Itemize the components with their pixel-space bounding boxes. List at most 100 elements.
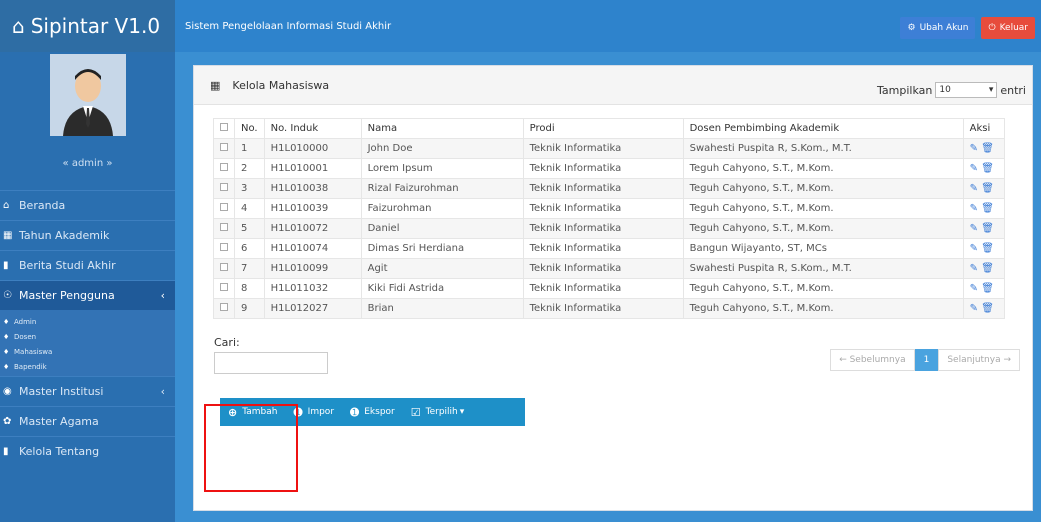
brand[interactable]: ⌂ Sipintar V1.0 <box>0 0 175 52</box>
col-prodi[interactable]: Prodi <box>522 118 684 139</box>
table-row[interactable]: 5 H1L010072 Daniel Teknik Informatika Teguh … <box>213 218 1005 239</box>
table-row[interactable]: 2 H1L010001 Lorem Ipsum Teknik Informatika T… <box>213 158 1005 179</box>
row-select-cell[interactable] <box>213 258 235 279</box>
cell-dosen: Teguh Cahyono, S.T., M.Kom. <box>682 198 964 219</box>
export-button[interactable]: ➊ Ekspor <box>342 398 403 426</box>
table-row[interactable]: 6 H1L010074 Dimas Sri Herdiana Teknik Infor… <box>213 238 1005 259</box>
selected-dropdown-button[interactable]: ☑ Terpilih ▾ <box>403 398 473 426</box>
sidebar-item-beranda[interactable]: ⌂ Beranda <box>0 190 175 220</box>
sidebar-item-berita[interactable]: ▮ Berita Studi Akhir <box>0 250 175 280</box>
table-row[interactable]: 8 H1L011032 Kiki Fidi Astrida Teknik Inform… <box>213 278 1005 299</box>
trash-icon[interactable]: 🗑 <box>981 183 994 194</box>
chevron-left-icon: ‹ <box>160 289 165 302</box>
col-no[interactable]: No. <box>234 118 265 139</box>
col-aksi[interactable]: Aksi <box>962 118 1005 139</box>
sidebar-item-master-institusi[interactable]: ◉ Master Institusi ‹ <box>0 376 175 406</box>
cell-no: 1 <box>234 138 265 159</box>
edit-icon[interactable]: ✎ <box>970 183 978 194</box>
edit-icon[interactable]: ✎ <box>970 203 978 214</box>
add-button[interactable]: ⊕ Tambah <box>220 398 285 426</box>
panel-title: Kelola Mahasiswa <box>232 78 330 92</box>
trash-icon[interactable]: 🗑 <box>981 283 994 294</box>
table-row[interactable]: 3 H1L010038 Rizal Faizurohman Teknik Inform… <box>213 178 1005 199</box>
cell-no-induk: H1L010038 <box>263 178 362 199</box>
cell-prodi: Teknik Informatika <box>522 158 684 179</box>
row-select-cell[interactable] <box>213 238 235 259</box>
row-select-cell[interactable] <box>213 138 235 159</box>
sidebar-item-label: Master Institusi <box>19 385 104 398</box>
table-row[interactable]: 4 H1L010039 Faizurohman Teknik Informatika T… <box>213 198 1005 219</box>
edit-icon[interactable]: ✎ <box>970 143 978 154</box>
submenu-item-dosen[interactable]: ♦ Dosen <box>0 329 175 344</box>
row-select-cell[interactable] <box>213 178 235 199</box>
chevron-left-icon: ‹ <box>160 385 165 398</box>
leaf-icon: ♦ <box>3 347 10 356</box>
trash-icon[interactable]: 🗑 <box>981 263 994 274</box>
avatar <box>49 54 126 136</box>
row-checkbox[interactable] <box>220 263 228 271</box>
table-row[interactable]: 9 H1L012027 Brian Teknik Informatika Teguh C… <box>213 298 1005 319</box>
row-checkbox[interactable] <box>220 183 228 191</box>
next-page-button[interactable]: Selanjutnya → <box>938 349 1020 371</box>
edit-icon[interactable]: ✎ <box>970 163 978 174</box>
plus-circle-icon: ⊕ <box>228 405 238 419</box>
cell-no-induk: H1L010099 <box>263 258 362 279</box>
edit-icon[interactable]: ✎ <box>970 223 978 234</box>
page-size-select[interactable]: 10 ▾ <box>935 82 998 98</box>
select-all-checkbox[interactable] <box>220 123 228 131</box>
sidebar-item-master-agama[interactable]: ✿ Master Agama <box>0 406 175 436</box>
select-all-cell[interactable] <box>213 118 235 139</box>
row-select-cell[interactable] <box>213 198 235 219</box>
import-icon: ➊ <box>293 405 303 419</box>
edit-icon[interactable]: ✎ <box>970 283 978 294</box>
cell-prodi: Teknik Informatika <box>522 278 684 299</box>
col-dosen[interactable]: Dosen Pembimbing Akademik <box>682 118 964 139</box>
submenu-item-mahasiswa[interactable]: ♦ Mahasiswa <box>0 344 175 359</box>
edit-icon[interactable]: ✎ <box>970 303 978 314</box>
submenu-item-bapendik[interactable]: ♦ Bapendik <box>0 359 175 374</box>
import-button[interactable]: ➊ Impor <box>285 398 342 426</box>
search-input[interactable] <box>214 352 328 374</box>
row-checkbox[interactable] <box>220 163 228 171</box>
edit-icon[interactable]: ✎ <box>970 263 978 274</box>
row-select-cell[interactable] <box>213 278 235 299</box>
entries-label: entri <box>1000 83 1026 97</box>
table-row[interactable]: 7 H1L010099 Agit Teknik Informatika Swahesti… <box>213 258 1005 279</box>
col-no-induk[interactable]: No. Induk <box>263 118 362 139</box>
row-select-cell[interactable] <box>213 158 235 179</box>
row-checkbox[interactable] <box>220 223 228 231</box>
prev-page-button[interactable]: ← Sebelumnya <box>830 349 915 371</box>
logout-button[interactable]: ⏻ Keluar <box>981 17 1035 39</box>
page-1-button[interactable]: 1 <box>914 349 939 371</box>
row-select-cell[interactable] <box>213 298 235 319</box>
trash-icon[interactable]: 🗑 <box>981 143 994 154</box>
trash-icon[interactable]: 🗑 <box>981 303 994 314</box>
col-nama[interactable]: Nama <box>360 118 524 139</box>
sidebar-item-label: Kelola Tentang <box>19 445 100 458</box>
sidebar-item-master-pengguna[interactable]: ☉ Master Pengguna ‹ <box>0 280 175 310</box>
submenu-item-admin[interactable]: ♦ Admin <box>0 314 175 329</box>
trash-icon[interactable]: 🗑 <box>981 203 994 214</box>
row-checkbox[interactable] <box>220 203 228 211</box>
row-checkbox[interactable] <box>220 243 228 251</box>
users-icon: ☉ <box>3 290 12 301</box>
trash-icon[interactable]: 🗑 <box>981 223 994 234</box>
trash-icon[interactable]: 🗑 <box>981 163 994 174</box>
sidebar-item-kelola-tentang[interactable]: ▮ Kelola Tentang <box>0 436 175 466</box>
edit-icon[interactable]: ✎ <box>970 243 978 254</box>
admin-name: « admin » <box>62 158 113 169</box>
row-checkbox[interactable] <box>220 143 228 151</box>
row-checkbox[interactable] <box>220 283 228 291</box>
row-select-cell[interactable] <box>213 218 235 239</box>
cell-dosen: Teguh Cahyono, S.T., M.Kom. <box>682 218 964 239</box>
home-icon: ⌂ <box>12 14 25 38</box>
row-checkbox[interactable] <box>220 303 228 311</box>
col-label: Prodi <box>529 123 555 134</box>
page-size-control: Tampilkan 10 ▾ entri <box>877 82 1026 98</box>
row-actions: ✎ 🗑 <box>962 238 1005 259</box>
sidebar-item-tahun-akademik[interactable]: ▦ Tahun Akademik <box>0 220 175 250</box>
change-account-button[interactable]: ⚙ Ubah Akun <box>900 17 976 39</box>
trash-icon[interactable]: 🗑 <box>981 243 994 254</box>
cell-dosen: Teguh Cahyono, S.T., M.Kom. <box>682 298 964 319</box>
table-row[interactable]: 1 H1L010000 John Doe Teknik Informatika Swah… <box>213 138 1005 159</box>
